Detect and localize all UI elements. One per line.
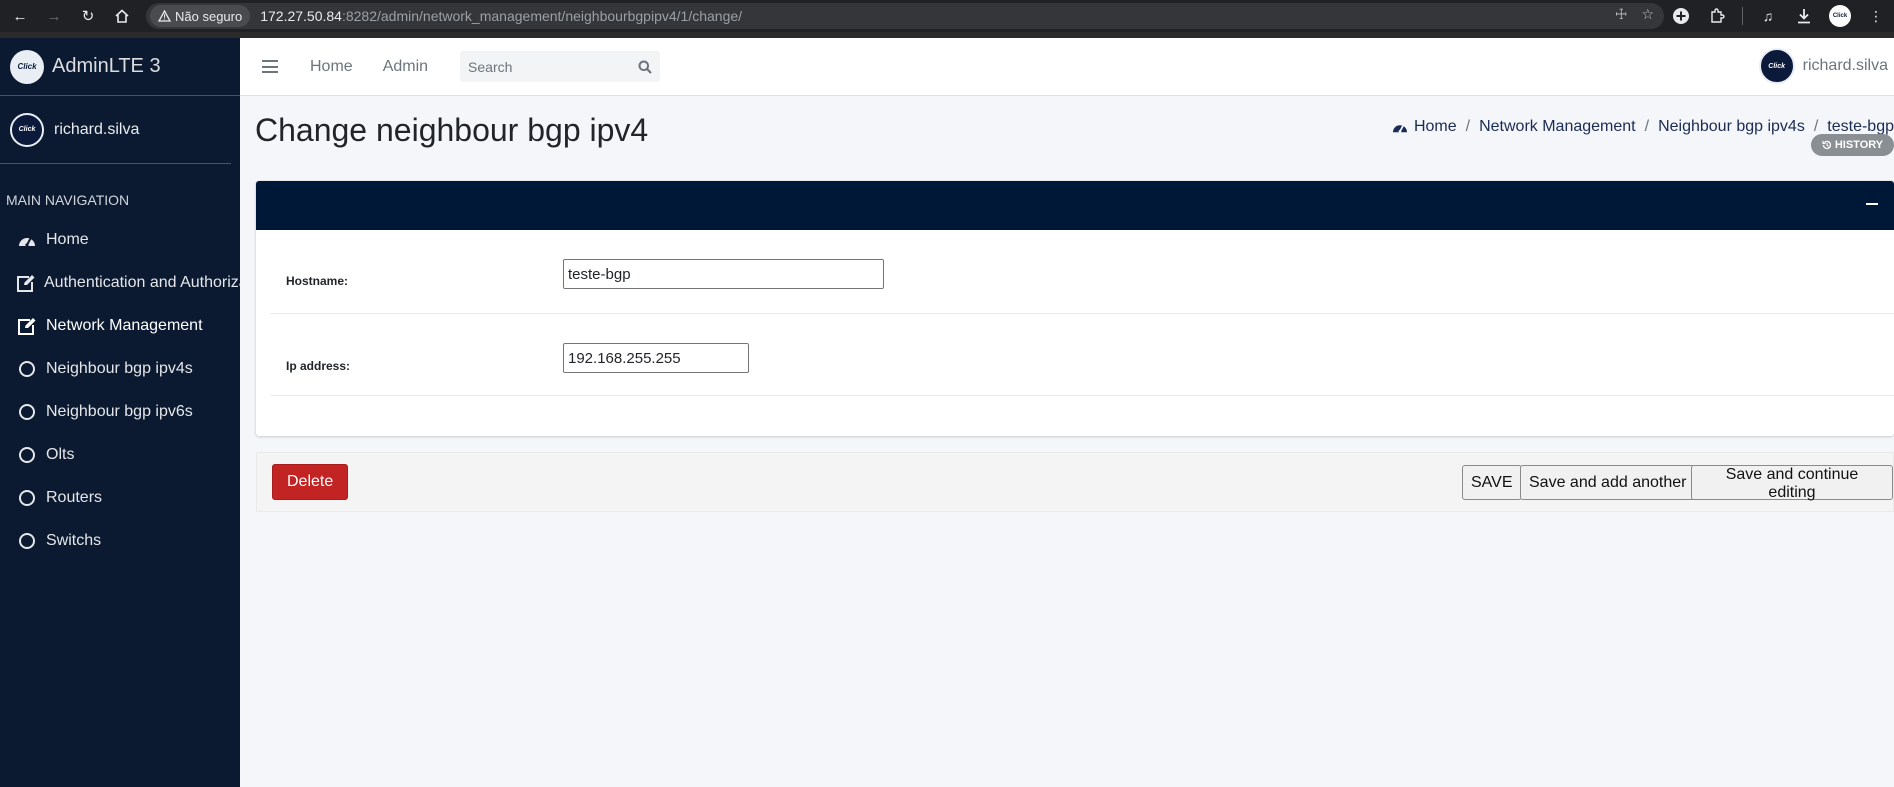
brand-text: AdminLTE 3 [52,55,161,77]
delete-button[interactable]: Delete [272,464,349,500]
download-icon[interactable] [1793,5,1815,27]
sidebar-item-label: Network Management [46,316,203,334]
sidebar-item-authentication[interactable]: Authentication and Authorization [0,261,240,304]
user-menu[interactable]: Click richard.silva [1758,48,1888,84]
breadcrumb-separator: / [1465,118,1471,135]
media-queue-icon[interactable]: ♫ [1757,5,1779,27]
breadcrumb-separator: / [1813,118,1819,135]
topnav-home-link[interactable]: Home [310,58,353,76]
topnav-username: richard.silva [1802,57,1888,74]
url-host: 172.27.50.84 [260,8,342,24]
breadcrumb-separator: / [1644,118,1650,135]
circle-icon [16,358,38,380]
history-icon [1822,140,1831,150]
hostname-row: Hostname: [270,230,1894,314]
security-chip[interactable]: Não seguro [150,5,251,27]
hostname-label: Hostname: [286,274,349,288]
sidebar-item-label: Neighbour bgp ipv6s [46,402,193,420]
url-text[interactable]: 172.27.50.84:8282/admin/network_manageme… [260,8,742,24]
sidebar-item-label: Neighbour bgp ipv4s [46,359,193,377]
browser-toolbar: ← → ↻ Não seguro 172.27.50.84:8282/admin… [0,0,1894,32]
translate-icon[interactable]: ☩ [1615,6,1628,23]
sidebar-item-neighbour-bgp-ipv6s[interactable]: Neighbour bgp ipv6s [0,390,240,433]
breadcrumb-network-management[interactable]: Network Management [1479,118,1636,136]
circle-icon [16,530,38,552]
brand-logo: Click [10,49,44,84]
save-button[interactable]: SAVE [1462,465,1522,500]
brand-link[interactable]: Click AdminLTE 3 [0,38,240,96]
breadcrumb-home[interactable]: Home [1414,118,1457,136]
search-input[interactable] [468,58,619,75]
extension-add-icon[interactable] [1670,5,1692,27]
page-title: Change neighbour bgp ipv4 [255,112,649,148]
breadcrumb-neighbour-bgp-ipv4s[interactable]: Neighbour bgp ipv4s [1658,118,1805,136]
submit-row: Delete SAVE Save and add another Save an… [256,452,1894,512]
home-icon[interactable] [108,2,136,30]
top-navbar: Home Admin Click richard.silva [240,38,1894,96]
history-button[interactable]: HISTORY [1811,134,1894,156]
dashboard-gauge-icon [1392,125,1407,133]
change-form-card: Hostname: Ip address: [256,181,1894,436]
sidebar-item-home[interactable]: Home [0,218,240,261]
browser-menu-icon[interactable]: ⋮ [1865,5,1887,27]
bookmark-star-icon[interactable]: ☆ [1641,6,1654,23]
edit-icon [16,272,36,294]
hostname-field[interactable] [563,259,884,289]
nav-header: MAIN NAVIGATION [6,192,130,208]
avatar: Click [10,112,44,147]
edit-icon [16,315,38,337]
user-panel[interactable]: Click richard.silva [0,96,231,164]
extensions-puzzle-icon[interactable] [1706,5,1728,27]
sidebar-item-label: Olts [46,445,75,463]
ip-address-field[interactable] [563,343,749,373]
sidebar-item-switchs[interactable]: Switchs [0,519,240,562]
card-header [256,181,1894,230]
ip-address-row: Ip address: [270,314,1894,396]
collapse-minus-icon[interactable] [1866,203,1878,205]
sidebar-item-label: Switchs [46,531,102,549]
sidebar-username[interactable]: richard.silva [54,121,139,139]
warning-icon [158,10,171,22]
sidebar-item-label: Home [46,230,89,248]
main-sidebar: Click AdminLTE 3 Click richard.silva MAI… [0,38,240,787]
sidebar-item-olts[interactable]: Olts [0,433,240,476]
forward-icon[interactable]: → [40,2,68,30]
menu-toggle-icon[interactable] [262,60,278,73]
sidebar-item-routers[interactable]: Routers [0,476,240,519]
navbar-search [460,51,661,82]
save-and-continue-button[interactable]: Save and continue editing [1691,465,1893,501]
search-icon[interactable] [638,60,652,74]
sidebar-item-label: Authentication and Authorization [44,273,240,291]
circle-icon [16,487,38,509]
sidebar-item-label: Routers [46,488,103,506]
history-label: HISTORY [1834,139,1884,151]
save-and-add-another-button[interactable]: Save and add another [1520,465,1696,500]
reload-icon[interactable]: ↻ [74,2,102,30]
toolbar-divider [1742,7,1743,25]
browser-profile-avatar[interactable]: Click [1829,5,1851,27]
sidebar-item-network-management[interactable]: Network Management [0,304,240,347]
ip-address-label: Ip address: [286,359,351,373]
address-bar[interactable]: Não seguro 172.27.50.84:8282/admin/netwo… [146,3,1664,29]
dashboard-gauge-icon [16,229,38,251]
circle-icon [16,401,38,423]
avatar: Click [1758,48,1795,84]
sidebar-item-neighbour-bgp-ipv4s[interactable]: Neighbour bgp ipv4s [0,347,240,390]
security-label: Não seguro [175,8,243,24]
topnav-admin-link[interactable]: Admin [383,58,428,76]
url-path: :8282/admin/network_management/neighbour… [341,8,743,24]
back-icon[interactable]: ← [6,2,34,30]
circle-icon [16,444,38,466]
